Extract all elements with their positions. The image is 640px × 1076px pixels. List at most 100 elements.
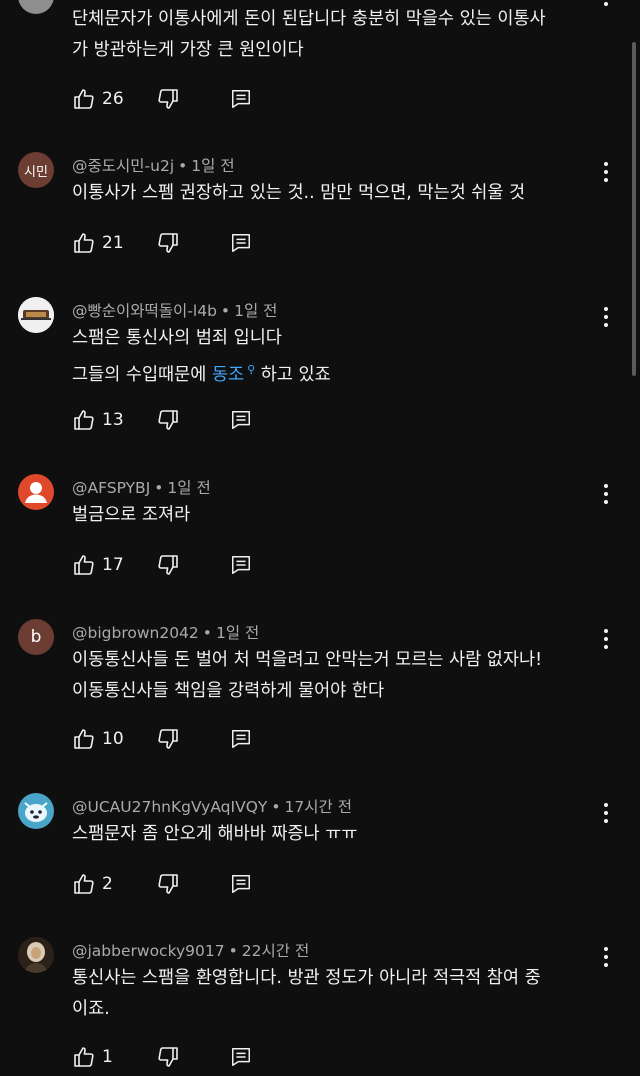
- thumb-up-icon: [74, 89, 94, 109]
- thumb-up-icon: [74, 410, 94, 430]
- portrait-avatar-icon: [18, 937, 54, 973]
- comment-line: 이죠.: [72, 999, 110, 1019]
- author-handle[interactable]: @중도시민-u2j: [72, 157, 174, 175]
- comment-text: 스팸은 통신사의 범죄 입니다 그들의 수입때문에 동조 ⚲ 하고 있죠: [72, 323, 600, 391]
- comment-actions: 17: [72, 552, 252, 578]
- comment-meta: @bigbrown2042 • 1일 전: [72, 624, 260, 642]
- comment-line: 통신사는 스팸을 환영합니다. 방관 정도가 아니라 적극적 참여 중: [72, 968, 541, 988]
- comment-actions: 13: [72, 407, 252, 433]
- reply-button[interactable]: [230, 232, 252, 254]
- author-handle[interactable]: @UCAU27hnKgVyAqIVQY: [72, 798, 267, 816]
- author-handle[interactable]: @bigbrown2042: [72, 624, 199, 642]
- reply-comment-icon: [232, 411, 250, 429]
- more-vertical-icon[interactable]: [598, 945, 614, 969]
- comment-actions: 2: [72, 871, 252, 897]
- thumb-down-icon: [158, 1047, 178, 1067]
- timestamp[interactable]: 22시간 전: [242, 942, 309, 960]
- profile-image-icon: [18, 297, 54, 333]
- thumb-down-icon: [158, 555, 178, 575]
- avatar[interactable]: [18, 297, 54, 333]
- comment-text: 스팸문자 좀 안오게 해바바 짜증나 ㅠㅠ: [72, 819, 600, 850]
- search-link[interactable]: 동조: [212, 365, 244, 385]
- reply-button[interactable]: [230, 873, 252, 895]
- reply-comment-icon: [232, 556, 250, 574]
- comment-line: 이동통신사들 돈 벌어 처 먹을려고 안막는거 모르는 사람 없자나!: [72, 650, 543, 670]
- comment-meta: @UCAU27hnKgVyAqIVQY • 17시간 전: [72, 798, 352, 816]
- like-count: 13: [102, 410, 124, 430]
- more-vertical-icon[interactable]: [598, 801, 614, 825]
- author-handle[interactable]: @jabberwocky9017: [72, 942, 225, 960]
- comment-line: 그들의 수입때문에 동조 ⚲ 하고 있죠: [72, 354, 600, 391]
- reply-comment-icon: [232, 1048, 250, 1066]
- dislike-button[interactable]: [156, 872, 230, 896]
- more-vertical-icon[interactable]: [598, 627, 614, 651]
- comment-line: 이통사가 스펨 권장하고 있는 것.. 맘만 먹으면, 막는것 쉬울 것: [72, 183, 526, 203]
- reply-button[interactable]: [230, 554, 252, 576]
- reply-button[interactable]: [230, 728, 252, 750]
- like-count: 1: [102, 1047, 113, 1067]
- avatar[interactable]: 시민: [18, 152, 54, 188]
- scrollbar[interactable]: [632, 42, 636, 376]
- author-handle[interactable]: @AFSPYBJ: [72, 479, 150, 497]
- reply-comment-icon: [232, 90, 250, 108]
- comment-meta: @AFSPYBJ • 1일 전: [72, 479, 211, 497]
- author-handle[interactable]: @빵순이와떡돌이-l4b: [72, 302, 217, 320]
- avatar[interactable]: [18, 793, 54, 829]
- comment-actions: 1: [72, 1044, 252, 1070]
- more-vertical-icon[interactable]: [598, 482, 614, 506]
- dislike-button[interactable]: [156, 87, 230, 111]
- avatar[interactable]: [18, 937, 54, 973]
- dislike-button[interactable]: [156, 727, 230, 751]
- reply-button[interactable]: [230, 88, 252, 110]
- comment-meta: @빵순이와떡돌이-l4b • 1일 전: [72, 302, 278, 320]
- comment-text: 벌금으로 조져라: [72, 500, 600, 531]
- comment-text: 이동통신사들 돈 벌어 처 먹을려고 안막는거 모르는 사람 없자나! 이동통신…: [72, 645, 600, 707]
- more-vertical-icon[interactable]: [598, 160, 614, 184]
- like-count: 17: [102, 555, 124, 575]
- reply-comment-icon: [232, 730, 250, 748]
- like-button[interactable]: 13: [72, 408, 156, 432]
- thumb-down-icon: [158, 233, 178, 253]
- avatar[interactable]: b: [18, 619, 54, 655]
- avatar[interactable]: [18, 474, 54, 510]
- comments-page: 단체문자가 이통사에게 돈이 된답니다 충분히 막을수 있는 이통사 가 방관하…: [0, 0, 640, 1076]
- reply-comment-icon: [232, 234, 250, 252]
- timestamp[interactable]: 1일 전: [216, 624, 259, 642]
- timestamp[interactable]: 1일 전: [191, 157, 234, 175]
- reply-comment-icon: [232, 875, 250, 893]
- timestamp[interactable]: 1일 전: [234, 302, 277, 320]
- like-button[interactable]: 10: [72, 727, 156, 751]
- comment-meta: @jabberwocky9017 • 22시간 전: [72, 942, 310, 960]
- cat-avatar-icon: [24, 802, 48, 822]
- comment-text: 단체문자가 이통사에게 돈이 된답니다 충분히 막을수 있는 이통사 가 방관하…: [72, 4, 600, 66]
- reply-button[interactable]: [230, 409, 252, 431]
- thumb-down-icon: [158, 410, 178, 430]
- like-count: 26: [102, 89, 124, 109]
- thumb-up-icon: [74, 1047, 94, 1067]
- like-button[interactable]: 1: [72, 1045, 156, 1069]
- like-button[interactable]: 21: [72, 231, 156, 255]
- comment-line: 스팸은 통신사의 범죄 입니다: [72, 328, 282, 348]
- comment-line: 가 방관하는게 가장 큰 원인이다: [72, 40, 304, 60]
- timestamp[interactable]: 17시간 전: [285, 798, 352, 816]
- dislike-button[interactable]: [156, 231, 230, 255]
- like-button[interactable]: 2: [72, 872, 156, 896]
- more-vertical-icon[interactable]: [598, 0, 614, 8]
- comment-text: 통신사는 스팸을 환영합니다. 방관 정도가 아니라 적극적 참여 중 이죠.: [72, 963, 600, 1025]
- timestamp[interactable]: 1일 전: [167, 479, 210, 497]
- comment-line: 단체문자가 이통사에게 돈이 된답니다 충분히 막을수 있는 이통사: [72, 9, 546, 29]
- avatar[interactable]: [18, 0, 54, 14]
- dislike-button[interactable]: [156, 408, 230, 432]
- comment-line: 이동통신사들 책임을 강력하게 물어야 한다: [72, 681, 385, 701]
- like-button[interactable]: 26: [72, 87, 156, 111]
- comment-line: 벌금으로 조져라: [72, 505, 191, 525]
- like-button[interactable]: 17: [72, 553, 156, 577]
- comment-line: 스팸문자 좀 안오게 해바바 짜증나 ㅠㅠ: [72, 824, 358, 844]
- search-icon[interactable]: ⚲: [247, 354, 255, 385]
- thumb-up-icon: [74, 555, 94, 575]
- more-vertical-icon[interactable]: [598, 305, 614, 329]
- reply-button[interactable]: [230, 1046, 252, 1068]
- dislike-button[interactable]: [156, 1045, 230, 1069]
- dislike-button[interactable]: [156, 553, 230, 577]
- thumb-up-icon: [74, 874, 94, 894]
